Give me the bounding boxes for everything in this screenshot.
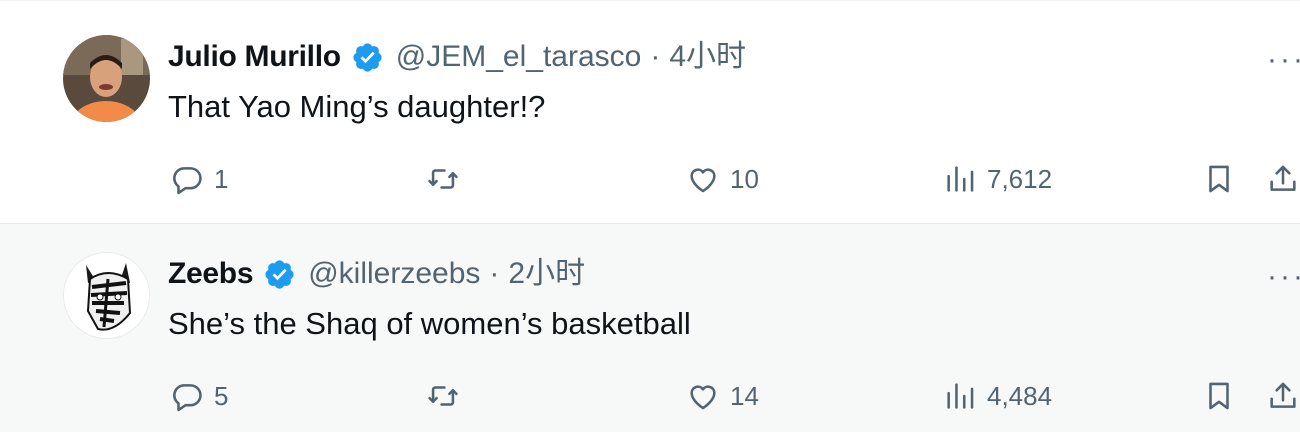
tweet-timestamp[interactable]: 2小时 [508,256,585,292]
bookmark-icon [1202,379,1236,413]
retweet-icon [426,379,460,413]
tweet-text: That Yao Ming’s daughter!? [168,89,546,124]
tweet-action-bar: 5 14 4,484 [0,376,1300,416]
bookmark-button[interactable] [1202,376,1236,416]
user-handle[interactable]: @killerzeebs [308,256,480,292]
reply-button[interactable]: 1 [170,159,228,199]
retweet-icon [426,162,460,196]
tweet-text: She’s the Shaq of women’s basketball [168,306,691,341]
retweet-button[interactable] [426,159,470,199]
separator-dot: · [489,257,500,290]
share-button[interactable] [1266,376,1300,416]
retweet-button[interactable] [426,376,470,416]
tweet-header: Zeebs @killerzeebs · 2小时 [168,256,585,292]
views-count: 7,612 [987,163,1053,194]
user-handle[interactable]: @JEM_el_tarasco [396,39,642,75]
reply-icon [170,379,204,413]
views-chart-icon [943,379,977,413]
share-icon [1266,379,1300,413]
tweet-card[interactable]: Julio Murillo @JEM_el_tarasco · 4小时 ··· … [0,0,1300,224]
tweet-timestamp[interactable]: 4小时 [669,39,746,75]
heart-icon [686,379,720,413]
user-avatar[interactable] [63,35,150,122]
reply-icon [170,162,204,196]
like-button[interactable]: 10 [686,159,759,199]
share-button[interactable] [1266,159,1300,199]
bookmark-button[interactable] [1202,159,1236,199]
share-icon [1266,162,1300,196]
reply-button[interactable]: 5 [170,376,228,416]
reply-count: 5 [214,380,229,411]
more-options-icon[interactable]: ··· [1267,45,1300,75]
user-avatar[interactable] [63,252,150,339]
views-button[interactable]: 7,612 [943,159,1052,199]
user-display-name[interactable]: Zeebs [168,256,254,292]
more-options-icon[interactable]: ··· [1267,262,1300,292]
tweet-header: Julio Murillo @JEM_el_tarasco · 4小时 [168,39,746,75]
tweet-action-bar: 1 10 7,612 [0,159,1300,199]
reply-count: 1 [214,163,229,194]
views-chart-icon [943,162,977,196]
views-button[interactable]: 4,484 [943,376,1052,416]
verified-badge-icon [263,258,296,291]
verified-badge-icon [351,41,384,74]
tweet-card[interactable]: Zeebs @killerzeebs · 2小时 ··· She’s the S… [0,224,1300,432]
bookmark-icon [1202,162,1236,196]
like-count: 14 [730,380,759,411]
user-display-name[interactable]: Julio Murillo [168,39,341,75]
like-count: 10 [730,163,759,194]
heart-icon [686,162,720,196]
separator-dot: · [650,40,661,73]
views-count: 4,484 [987,380,1053,411]
like-button[interactable]: 14 [686,376,759,416]
